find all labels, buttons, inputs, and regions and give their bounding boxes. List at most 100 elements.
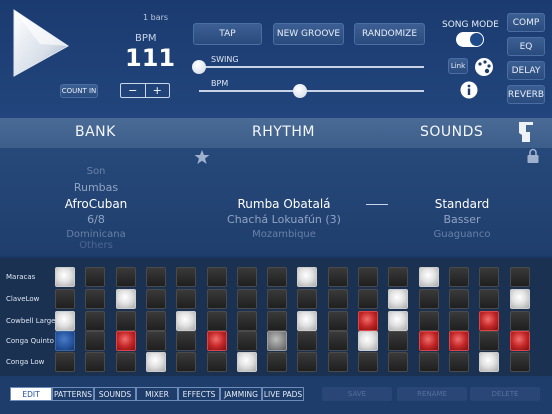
step-pad[interactable] xyxy=(267,331,287,351)
track-label[interactable]: Conga Low xyxy=(6,358,44,366)
bpm-slider-track[interactable] xyxy=(199,90,424,92)
tab-mixer[interactable]: MIXER xyxy=(136,387,178,401)
step-pad[interactable] xyxy=(479,331,499,351)
step-pad[interactable] xyxy=(419,331,439,351)
tap-button[interactable]: TAP xyxy=(193,23,262,45)
step-pad[interactable] xyxy=(479,311,499,331)
step-pad[interactable] xyxy=(328,331,348,351)
step-pad[interactable] xyxy=(449,267,469,287)
step-pad[interactable] xyxy=(510,352,530,372)
step-pad[interactable] xyxy=(146,331,166,351)
bpm-increment-button[interactable]: + xyxy=(146,84,170,97)
step-pad[interactable] xyxy=(510,289,530,309)
sounds-selected[interactable]: Standard xyxy=(370,197,552,211)
sounds-header[interactable]: SOUNDS xyxy=(420,124,483,140)
step-pad[interactable] xyxy=(358,352,378,372)
sounds-item[interactable]: Basser xyxy=(370,213,552,226)
step-pad[interactable] xyxy=(267,352,287,372)
play-icon[interactable] xyxy=(10,8,70,78)
step-pad[interactable] xyxy=(207,267,227,287)
step-pad[interactable] xyxy=(267,289,287,309)
step-pad[interactable] xyxy=(116,267,136,287)
step-pad[interactable] xyxy=(449,311,469,331)
step-pad[interactable] xyxy=(388,267,408,287)
delete-button[interactable]: DELETE xyxy=(470,387,540,401)
step-pad[interactable] xyxy=(207,331,227,351)
bank-item[interactable]: Rumbas xyxy=(4,181,188,194)
step-pad[interactable] xyxy=(55,289,75,309)
step-pad[interactable] xyxy=(116,311,136,331)
bank-header[interactable]: BANK xyxy=(75,124,116,140)
track-label[interactable]: ClaveLow xyxy=(6,295,39,303)
step-pad[interactable] xyxy=(55,331,75,351)
step-pad[interactable] xyxy=(176,289,196,309)
step-pad[interactable] xyxy=(419,289,439,309)
step-pad[interactable] xyxy=(85,331,105,351)
step-pad[interactable] xyxy=(388,289,408,309)
step-pad[interactable] xyxy=(297,352,317,372)
new-groove-button[interactable]: NEW GROOVE xyxy=(273,23,344,45)
step-pad[interactable] xyxy=(146,267,166,287)
randomize-button[interactable]: RANDOMIZE xyxy=(354,23,425,45)
favorite-star-icon[interactable] xyxy=(194,149,210,165)
palette-icon[interactable] xyxy=(474,57,494,77)
track-label[interactable]: Cowbell Large xyxy=(6,317,55,325)
rename-button[interactable]: RENAME xyxy=(397,387,467,401)
step-pad[interactable] xyxy=(267,267,287,287)
link-button[interactable]: Link xyxy=(448,58,468,74)
bank-item[interactable]: 6/8 xyxy=(4,213,188,226)
step-pad[interactable] xyxy=(358,267,378,287)
step-pad[interactable] xyxy=(297,311,317,331)
bpm-display[interactable]: 1 1 1 xyxy=(125,44,175,72)
lock-icon[interactable] xyxy=(526,148,540,164)
save-button[interactable]: SAVE xyxy=(322,387,392,401)
step-pad[interactable] xyxy=(479,352,499,372)
tuner-hand-icon[interactable] xyxy=(516,120,536,144)
step-pad[interactable] xyxy=(237,311,257,331)
swing-slider-track[interactable] xyxy=(199,66,424,68)
step-pad[interactable] xyxy=(510,267,530,287)
count-in-button[interactable]: COUNT IN xyxy=(60,84,98,98)
step-pad[interactable] xyxy=(237,331,257,351)
step-pad[interactable] xyxy=(328,352,348,372)
step-pad[interactable] xyxy=(116,289,136,309)
step-pad[interactable] xyxy=(388,352,408,372)
eq-button[interactable]: EQ xyxy=(507,37,545,56)
tab-patterns[interactable]: PATTERNS xyxy=(52,387,94,401)
info-icon[interactable] xyxy=(460,81,478,99)
step-pad[interactable] xyxy=(176,331,196,351)
step-pad[interactable] xyxy=(116,331,136,351)
step-pad[interactable] xyxy=(479,267,499,287)
step-pad[interactable] xyxy=(388,331,408,351)
step-pad[interactable] xyxy=(207,311,227,331)
step-pad[interactable] xyxy=(207,352,227,372)
step-pad[interactable] xyxy=(358,331,378,351)
bank-selected[interactable]: AfroCuban xyxy=(4,197,188,211)
step-pad[interactable] xyxy=(146,289,166,309)
step-pad[interactable] xyxy=(328,289,348,309)
step-pad[interactable] xyxy=(297,267,317,287)
rhythm-item[interactable]: Chachá Lokuafún (3) xyxy=(192,213,376,226)
step-pad[interactable] xyxy=(146,311,166,331)
step-pad[interactable] xyxy=(85,311,105,331)
step-pad[interactable] xyxy=(55,311,75,331)
step-pad[interactable] xyxy=(449,289,469,309)
step-pad[interactable] xyxy=(176,311,196,331)
rhythm-item[interactable]: Mozambique xyxy=(192,229,376,240)
step-pad[interactable] xyxy=(328,311,348,331)
step-pad[interactable] xyxy=(297,331,317,351)
bpm-decrement-button[interactable]: − xyxy=(121,84,146,97)
step-pad[interactable] xyxy=(358,289,378,309)
step-pad[interactable] xyxy=(297,289,317,309)
step-pad[interactable] xyxy=(328,267,348,287)
step-pad[interactable] xyxy=(237,352,257,372)
rhythm-header[interactable]: RHYTHM xyxy=(252,124,315,140)
tab-jamming[interactable]: JAMMING xyxy=(220,387,262,401)
swing-slider-knob[interactable] xyxy=(192,60,206,74)
track-label[interactable]: Conga Quinto 2 xyxy=(6,337,61,345)
step-pad[interactable] xyxy=(176,267,196,287)
song-mode-toggle[interactable] xyxy=(456,32,484,47)
tab-effects[interactable]: EFFECTS xyxy=(178,387,220,401)
step-pad[interactable] xyxy=(116,352,136,372)
step-pad[interactable] xyxy=(358,311,378,331)
